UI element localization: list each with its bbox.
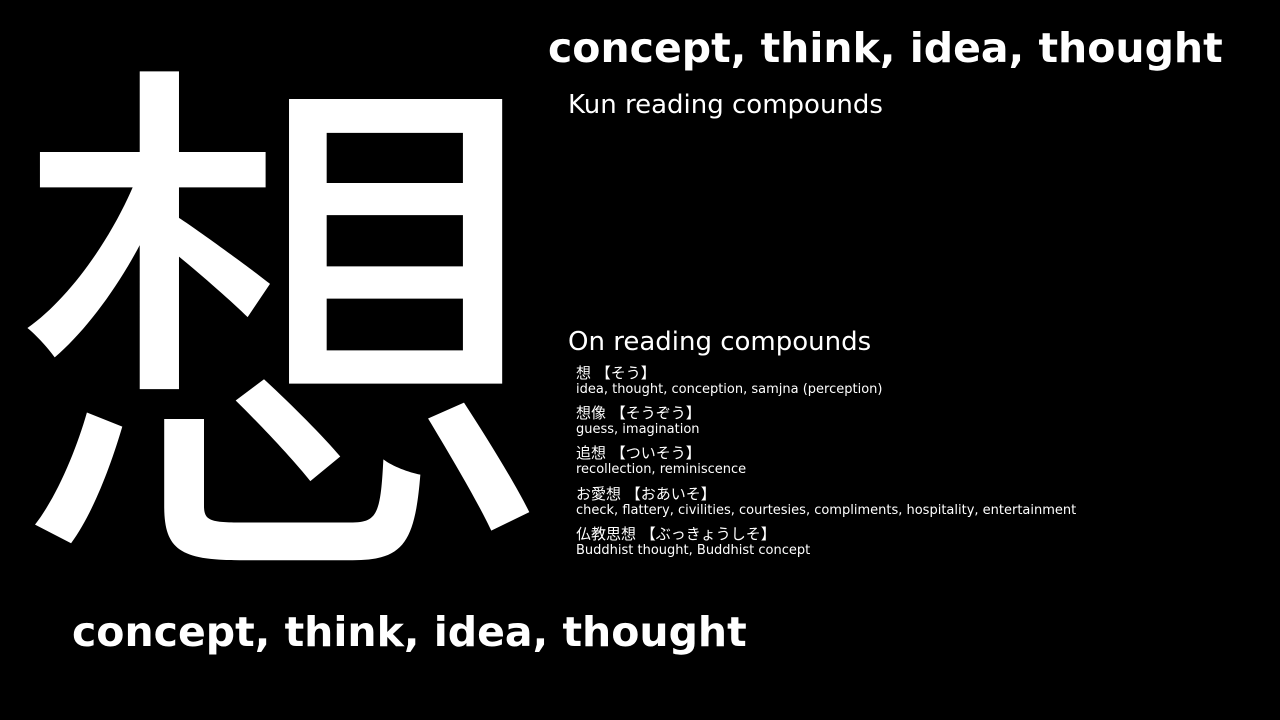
kun-reading-heading: Kun reading compounds xyxy=(568,90,883,120)
list-item: 想像 【そうぞう】 guess, imagination xyxy=(576,404,1076,444)
compound-meaning: guess, imagination xyxy=(576,422,700,438)
compound-word: 追想 【ついそう】 xyxy=(576,444,701,463)
compound-word: 仏教思想 【ぶっきょうしそ】 xyxy=(576,524,776,543)
compound-meaning: idea, thought, conception, samjna (perce… xyxy=(576,382,883,397)
compound-word: 想像 【そうぞう】 xyxy=(576,404,701,423)
meaning-title-bottom: concept, think, idea, thought xyxy=(72,608,747,656)
compound-meaning: recollection, reminiscence xyxy=(576,462,747,478)
compound-word: お愛想 【おあいそ】 xyxy=(576,484,716,503)
list-item: 仏教思想 【ぶっきょうしそ】 Buddhist thought, Buddhis… xyxy=(576,525,1076,565)
list-item: 追想 【ついそう】 recollection, reminiscence xyxy=(576,444,1076,484)
compound-word: 想 【そう】 xyxy=(576,364,656,382)
compound-meaning: Buddhist thought, Buddhist concept xyxy=(576,542,811,558)
kanji-character: 想 xyxy=(10,22,555,657)
list-item: 想 【そう】 idea, thought, conception, samjna… xyxy=(576,364,1076,404)
on-reading-heading: On reading compounds xyxy=(568,327,872,357)
compound-meaning: check, flattery, civilities, courtesies,… xyxy=(576,502,1077,518)
meaning-title-top: concept, think, idea, thought xyxy=(548,24,1223,72)
on-compound-list: 想 【そう】 idea, thought, conception, samjna… xyxy=(576,364,1076,565)
list-item: お愛想 【おあいそ】 check, flattery, civilities, … xyxy=(576,485,1076,525)
